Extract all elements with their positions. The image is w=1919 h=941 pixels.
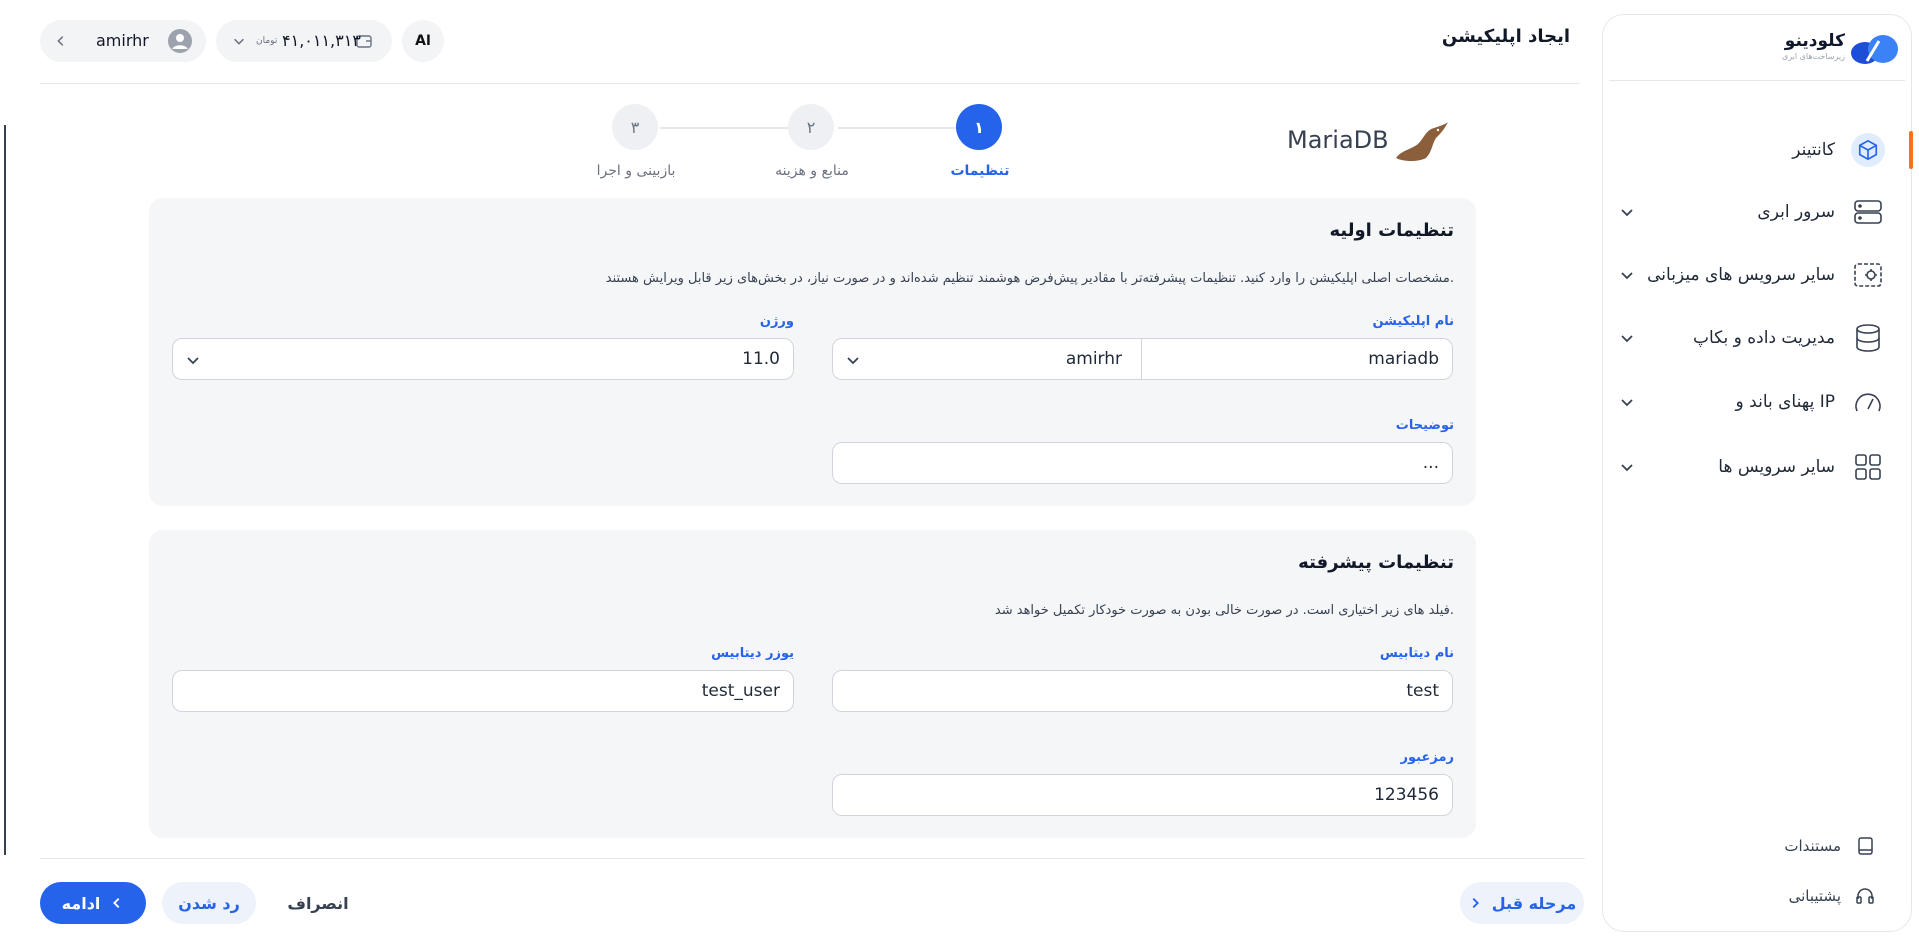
sidebar-docs-label: مستندات bbox=[1784, 837, 1841, 855]
advanced-settings-description: فیلد های زیر اختیاری است. در صورت خالی ب… bbox=[994, 603, 1454, 618]
skip-label: رد شدن bbox=[178, 893, 240, 913]
sidebar-item-label: سرور ابری bbox=[1757, 202, 1835, 222]
sidebar-item-label: مدیریت داده و بکاپ bbox=[1692, 328, 1835, 348]
cube-icon bbox=[1851, 133, 1885, 167]
password-value: 123456 bbox=[1374, 785, 1439, 805]
chevron-left-icon bbox=[57, 36, 64, 46]
version-value: 11.0 bbox=[742, 349, 780, 369]
username: amirhr bbox=[96, 31, 149, 50]
sidebar-docs[interactable]: مستندات bbox=[1601, 830, 1911, 860]
version-label: ورژن bbox=[759, 314, 794, 329]
cancel-label: انصراف bbox=[287, 893, 349, 913]
sidebar-item-cloud-server[interactable]: سرور ابری bbox=[1601, 189, 1911, 235]
password-label: رمزعبور bbox=[1400, 750, 1454, 765]
server-icon bbox=[1851, 195, 1885, 229]
sidebar-divider bbox=[1609, 80, 1905, 81]
description-field[interactable]: ... bbox=[832, 442, 1453, 484]
app-name-label: نام اپلیکیشن bbox=[1372, 314, 1454, 329]
chevron-down-icon[interactable] bbox=[1619, 459, 1635, 475]
headset-icon bbox=[1856, 888, 1874, 904]
step-connector bbox=[660, 127, 790, 129]
balance-currency: تومان bbox=[256, 36, 278, 46]
chevron-down-icon[interactable] bbox=[1619, 267, 1635, 283]
chevron-left-icon bbox=[113, 897, 120, 909]
chevron-down-icon[interactable] bbox=[1619, 394, 1635, 410]
seal-icon bbox=[1396, 122, 1448, 161]
step-connector bbox=[838, 127, 956, 129]
database-icon bbox=[1851, 321, 1885, 355]
chevron-down-icon[interactable] bbox=[1619, 330, 1635, 346]
viewport-edge bbox=[4, 125, 6, 855]
brand-tagline: زیرساخت‌های ابری bbox=[1781, 52, 1845, 61]
field-separator bbox=[1141, 339, 1142, 379]
logo-icon bbox=[1851, 35, 1898, 64]
app-name-value: mariadb bbox=[1368, 349, 1439, 369]
db-user-label: یوزر دیتابیس bbox=[711, 646, 794, 661]
chevron-right-icon bbox=[1472, 897, 1479, 909]
advanced-settings-title: تنظیمات پیشرفته bbox=[1298, 552, 1454, 573]
active-indicator bbox=[1909, 131, 1913, 169]
continue-button[interactable]: ادامه bbox=[40, 882, 146, 924]
chevron-down-icon bbox=[187, 357, 199, 365]
app-owner-value: amirhr bbox=[1065, 349, 1122, 369]
page-title: ایجاد اپلیکیشن bbox=[1441, 26, 1570, 47]
chevron-down-icon[interactable] bbox=[1619, 204, 1635, 220]
grid-icon bbox=[1851, 450, 1885, 484]
wallet-balance[interactable]: ۴۱,۰۱۱,۳۱۳ تومان bbox=[216, 20, 392, 62]
sidebar-support-label: پشتیبانی bbox=[1788, 887, 1841, 905]
app-name-field[interactable]: mariadb amirhr bbox=[832, 338, 1453, 380]
language-icon: Aا bbox=[415, 33, 431, 49]
sidebar-item-other-services[interactable]: سایر سرویس ها bbox=[1601, 444, 1911, 490]
cancel-button[interactable]: انصراف bbox=[272, 882, 364, 924]
previous-step-button[interactable]: مرحله قبل bbox=[1460, 882, 1584, 924]
chevron-down-icon bbox=[234, 38, 244, 45]
step-2: ۲ bbox=[788, 104, 834, 150]
book-icon bbox=[1858, 837, 1873, 855]
gauge-icon bbox=[1851, 385, 1885, 419]
sidebar-item-label: پهنای باند و IP bbox=[1735, 392, 1835, 412]
user-menu[interactable]: amirhr bbox=[40, 20, 206, 62]
continue-label: ادامه bbox=[61, 893, 101, 913]
basic-settings-title: تنظیمات اولیه bbox=[1329, 220, 1454, 241]
db-name-label: نام دیتابیس bbox=[1379, 646, 1454, 661]
password-field[interactable]: 123456 bbox=[832, 774, 1453, 816]
advanced-settings-card: تنظیمات پیشرفته فیلد های زیر اختیاری است… bbox=[149, 530, 1476, 838]
sidebar-item-label: کانتینر bbox=[1792, 140, 1835, 160]
app-name: MariaDB bbox=[1287, 126, 1389, 154]
sidebar: کلودینو زیرساخت‌های ابری کانتینر سرور اب… bbox=[1601, 14, 1913, 932]
skip-button[interactable]: رد شدن bbox=[162, 882, 256, 924]
sidebar-item-container[interactable]: کانتینر bbox=[1601, 127, 1913, 173]
step-2-label: منابع و هزینه bbox=[775, 163, 849, 179]
sidebar-item-data-backup[interactable]: مدیریت داده و بکاپ bbox=[1601, 315, 1911, 361]
version-select[interactable]: 11.0 bbox=[172, 338, 794, 380]
server-gear-icon bbox=[1851, 258, 1885, 292]
db-name-value: test bbox=[1406, 681, 1439, 701]
db-user-value: test_user bbox=[701, 681, 780, 701]
chevron-down-icon[interactable] bbox=[845, 352, 861, 368]
avatar bbox=[168, 29, 192, 53]
step-1-label: تنظیمات bbox=[950, 163, 1010, 179]
header-divider bbox=[40, 83, 1580, 84]
sidebar-item-label: سایر سرویس ها bbox=[1718, 457, 1835, 477]
sidebar-item-label: سایر سرویس های میزبانی bbox=[1647, 265, 1835, 285]
language-toggle-button[interactable]: Aا bbox=[402, 20, 444, 62]
basic-settings-description: مشخصات اصلی اپلیکیشن را وارد کنید. تنظیم… bbox=[605, 271, 1454, 286]
balance-amount: ۴۱,۰۱۱,۳۱۳ bbox=[282, 31, 361, 50]
step-3: ۳ bbox=[612, 104, 658, 150]
description-label: توضیحات bbox=[1395, 418, 1454, 433]
step-1: ۱ bbox=[956, 104, 1002, 150]
sidebar-item-hosting[interactable]: سایر سرویس های میزبانی bbox=[1601, 252, 1911, 298]
sidebar-support[interactable]: پشتیبانی bbox=[1601, 880, 1911, 910]
footer-divider bbox=[40, 858, 1585, 859]
step-3-label: بازبینی و اجرا bbox=[596, 163, 676, 179]
brand: کلودینو زیرساخت‌های ابری bbox=[1782, 31, 1845, 61]
db-user-field[interactable]: test_user bbox=[172, 670, 794, 712]
brand-name: کلودینو bbox=[1784, 31, 1845, 51]
db-name-field[interactable]: test bbox=[832, 670, 1453, 712]
description-value: ... bbox=[1422, 453, 1439, 473]
basic-settings-card: تنظیمات اولیه مشخصات اصلی اپلیکیشن را وا… bbox=[149, 198, 1476, 506]
sidebar-item-bandwidth-ip[interactable]: پهنای باند و IP bbox=[1601, 379, 1911, 425]
previous-step-label: مرحله قبل bbox=[1491, 893, 1577, 913]
